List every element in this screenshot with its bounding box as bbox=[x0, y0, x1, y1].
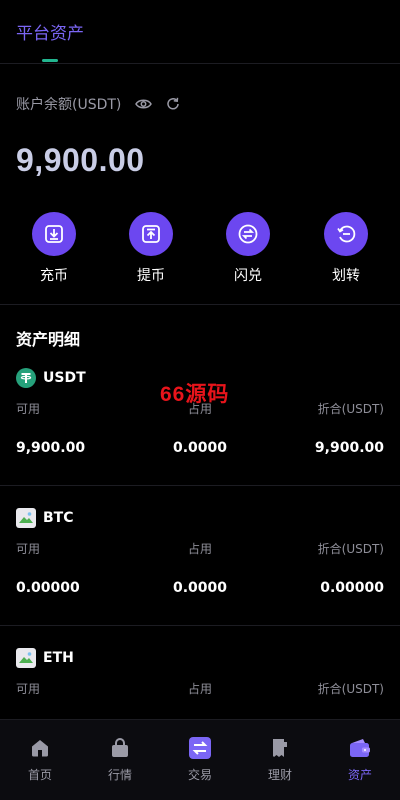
asset-card-usdt[interactable]: USDT 可用 占用 折合(USDT) 9,900.00 0.0000 9,90… bbox=[0, 358, 400, 498]
transfer-label: 划转 bbox=[332, 268, 360, 284]
tab-market[interactable]: 行情 bbox=[80, 736, 160, 783]
coin-name: BTC bbox=[43, 510, 74, 526]
asset-values: 9,900.00 0.0000 9,900.00 bbox=[16, 440, 384, 456]
available-header: 可用 bbox=[16, 542, 41, 556]
swap-icon bbox=[226, 212, 270, 256]
tab-label: 资产 bbox=[347, 768, 372, 782]
asset-header: USDT bbox=[16, 368, 86, 388]
equivalent-header: 折合(USDT) bbox=[317, 682, 384, 696]
deposit-icon bbox=[32, 212, 76, 256]
withdraw-label: 提币 bbox=[137, 268, 165, 284]
available-value: 9,900.00 bbox=[16, 440, 86, 456]
bottom-tab-bar: 首页 行情 交易 理财 资产 bbox=[0, 719, 400, 800]
tether-icon bbox=[16, 368, 36, 388]
trade-icon bbox=[188, 736, 212, 760]
asset-header: ETH bbox=[16, 648, 74, 668]
page-title[interactable]: 平台资产 bbox=[16, 19, 84, 44]
balance-value: 9,900.00 bbox=[16, 142, 145, 178]
home-icon bbox=[28, 736, 52, 760]
asset-divider bbox=[0, 485, 400, 486]
occupied-header: 占用 bbox=[187, 682, 213, 696]
occupied-value: 0.0000 bbox=[172, 440, 228, 456]
transfer-icon bbox=[324, 212, 368, 256]
swap-button[interactable]: 闪兑 bbox=[208, 212, 288, 285]
asset-card-eth[interactable]: ETH 可用 占用 折合(USDT) bbox=[0, 638, 400, 719]
coin-name: ETH bbox=[43, 650, 74, 666]
deposit-button[interactable]: 充币 bbox=[14, 212, 94, 285]
balance-label-row: 账户余额(USDT) bbox=[16, 94, 180, 114]
occupied-header: 占用 bbox=[187, 542, 213, 556]
asset-values: 0.00000 0.0000 0.00000 bbox=[16, 580, 384, 596]
section-divider bbox=[0, 304, 400, 305]
asset-divider bbox=[0, 625, 400, 626]
tab-label: 交易 bbox=[187, 768, 212, 782]
withdraw-button[interactable]: 提币 bbox=[111, 212, 191, 285]
title-underline bbox=[42, 59, 58, 62]
tab-finance[interactable]: 理财 bbox=[240, 736, 320, 783]
broken-image-icon bbox=[16, 648, 36, 668]
swap-label: 闪兑 bbox=[234, 268, 262, 284]
tab-trade[interactable]: 交易 bbox=[160, 736, 240, 783]
deposit-label: 充币 bbox=[40, 268, 68, 284]
available-header: 可用 bbox=[16, 682, 41, 696]
column-headers: 可用 占用 折合(USDT) bbox=[16, 540, 384, 556]
equivalent-value: 9,900.00 bbox=[314, 440, 384, 456]
tab-home[interactable]: 首页 bbox=[0, 736, 80, 783]
tab-label: 首页 bbox=[27, 768, 52, 782]
available-header: 可用 bbox=[16, 402, 41, 416]
eye-icon[interactable] bbox=[135, 98, 153, 110]
quick-actions: 充币 提币 闪兑 划转 bbox=[0, 212, 400, 285]
wallet-icon bbox=[348, 736, 372, 760]
occupied-header: 占用 bbox=[187, 402, 213, 416]
transfer-button[interactable]: 划转 bbox=[306, 212, 386, 285]
market-icon bbox=[108, 736, 132, 760]
equivalent-header: 折合(USDT) bbox=[317, 542, 384, 556]
refresh-icon[interactable] bbox=[166, 97, 180, 111]
coin-name: USDT bbox=[43, 370, 86, 386]
column-headers: 可用 占用 折合(USDT) bbox=[16, 680, 384, 696]
top-header: 平台资产 bbox=[0, 0, 400, 64]
finance-icon bbox=[268, 736, 292, 760]
occupied-value: 0.0000 bbox=[172, 580, 228, 596]
broken-image-icon bbox=[16, 508, 36, 528]
column-headers: 可用 占用 折合(USDT) bbox=[16, 400, 384, 416]
balance-label: 账户余额(USDT) bbox=[16, 97, 122, 113]
withdraw-icon bbox=[129, 212, 173, 256]
equivalent-value: 0.00000 bbox=[320, 580, 384, 596]
equivalent-header: 折合(USDT) bbox=[317, 402, 384, 416]
asset-header: BTC bbox=[16, 508, 74, 528]
tab-label: 行情 bbox=[107, 768, 132, 782]
asset-card-btc[interactable]: BTC 可用 占用 折合(USDT) 0.00000 0.0000 0.0000… bbox=[0, 498, 400, 638]
assets-section-title: 资产明细 bbox=[16, 330, 81, 349]
tab-label: 理财 bbox=[267, 768, 292, 782]
tab-assets[interactable]: 资产 bbox=[320, 736, 400, 783]
available-value: 0.00000 bbox=[16, 580, 80, 596]
